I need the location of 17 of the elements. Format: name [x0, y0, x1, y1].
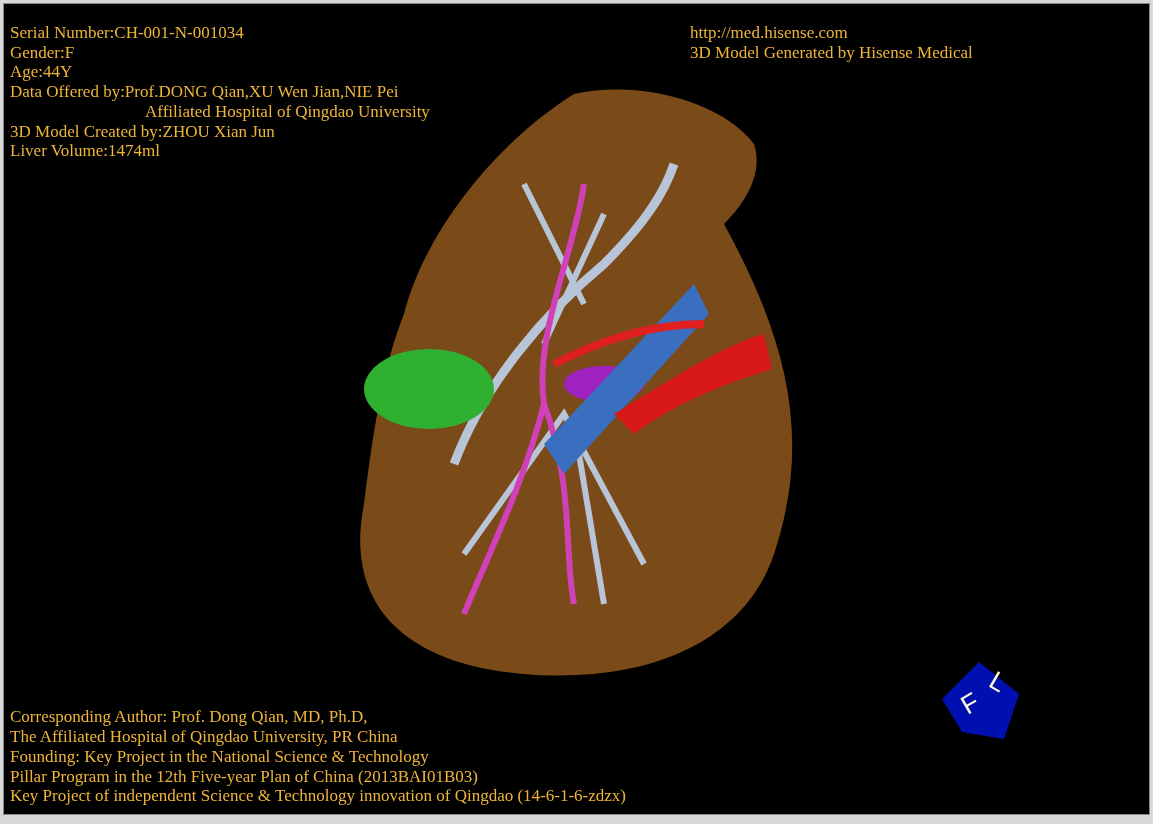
info-text: Key Project of independent Science & Technology innovation of Qingdao (14-6-1-6-zdzx)	[10, 786, 626, 806]
info-text: 3D Model Generated by Hisense Medical	[690, 42, 973, 63]
info-text: The Affiliated Hospital of Qingdao University, PR China	[10, 727, 398, 747]
info-text: 3D Model Created by:ZHOU Xian Jun	[10, 121, 275, 142]
info-text: http://med.hisense.com	[690, 23, 848, 43]
cube-label: F	[955, 686, 985, 721]
cube-label: L	[984, 665, 1012, 699]
info-text: Affiliated Hospital of Qingdao University	[144, 101, 430, 122]
orientation-cube[interactable]	[942, 662, 1019, 739]
info-text: Founding: Key Project in the National Science & Technology	[10, 746, 429, 767]
info-text: Corresponding Author: Prof. Dong Qian, MD, Ph.D,	[10, 707, 368, 728]
info-text: Age:44Y	[10, 62, 73, 83]
info-text: Gender:F	[10, 42, 75, 63]
info-text: Serial Number:CH-001-N-001034	[10, 23, 244, 43]
info-text: Data Offered by:Prof.DONG Qian,XU Wen Jian,NIE Pei	[10, 82, 399, 102]
info-text: Liver Volume:1474ml	[10, 141, 160, 161]
info-text: Pillar Program in the 12th Five-year Plan of China (2013BAI01B03)	[10, 766, 478, 787]
